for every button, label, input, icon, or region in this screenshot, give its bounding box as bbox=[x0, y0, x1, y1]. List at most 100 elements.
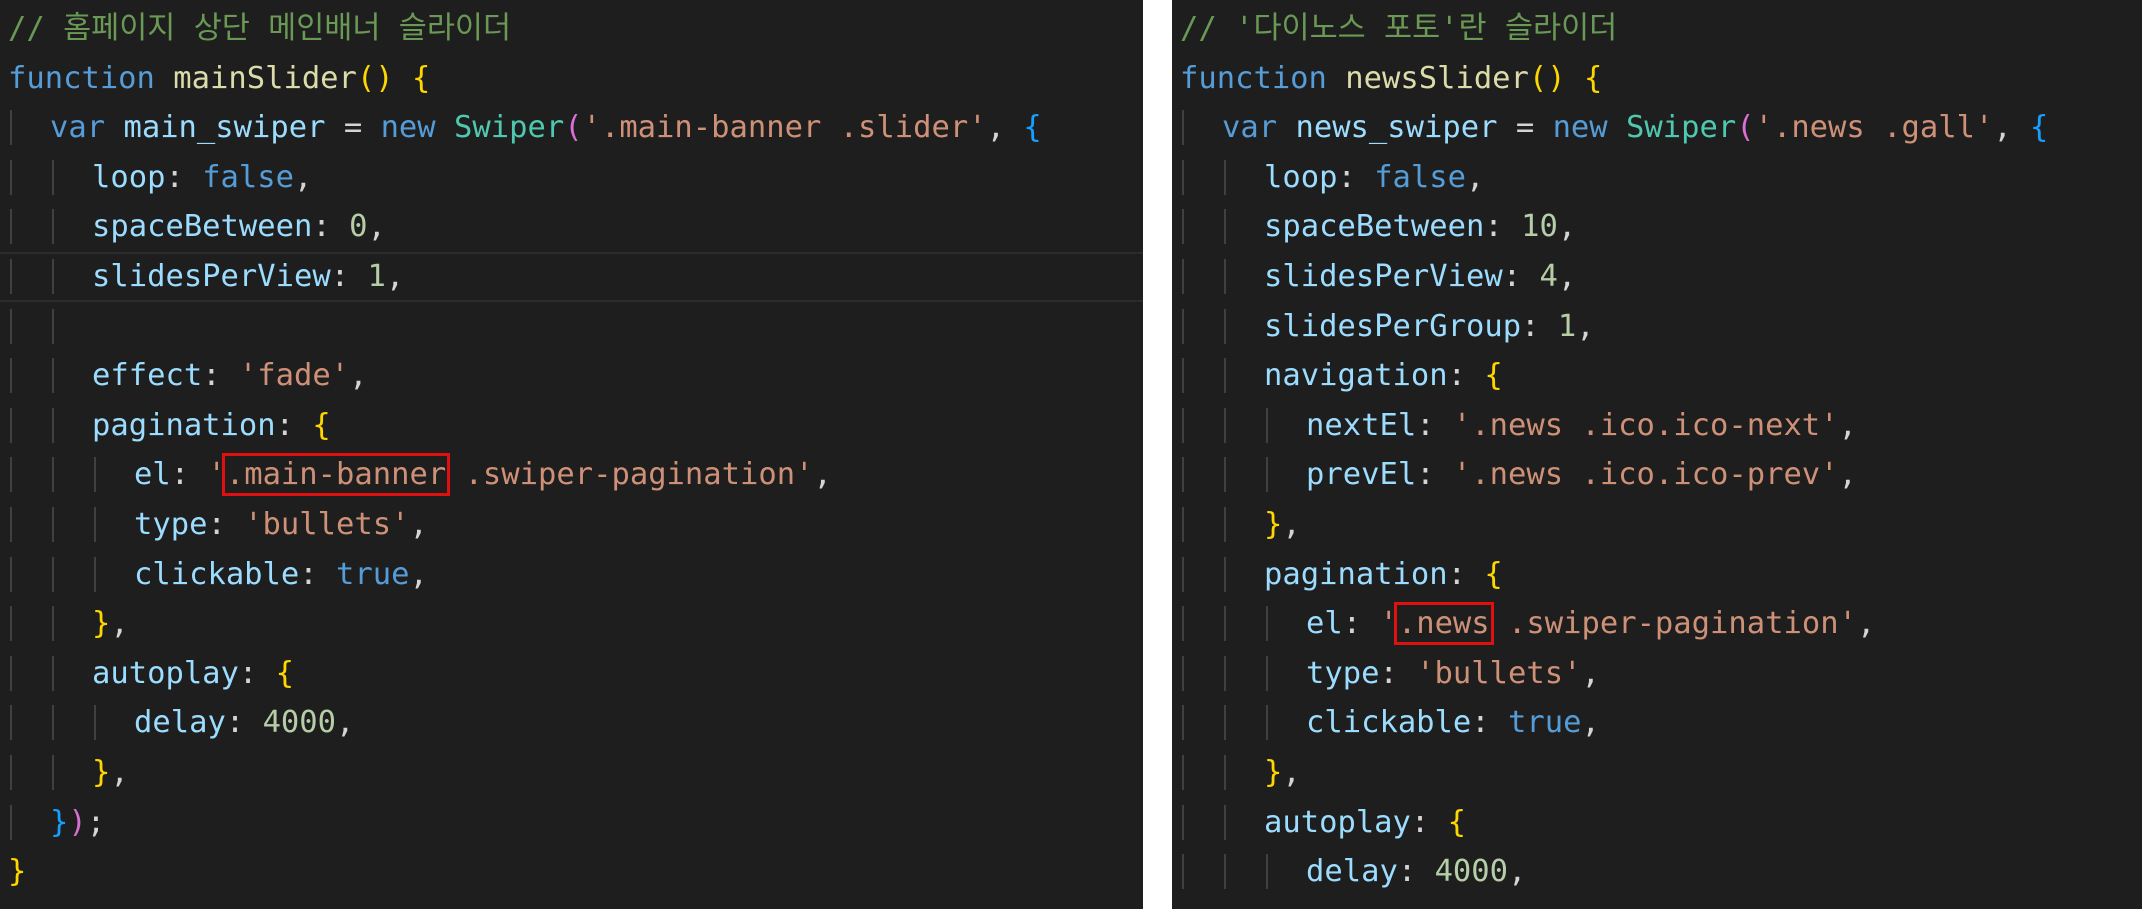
code-token: , bbox=[110, 606, 129, 642]
indent-guide bbox=[1224, 705, 1226, 741]
code-token: navigation bbox=[1264, 358, 1448, 394]
code-token: 4000 bbox=[262, 705, 337, 741]
code-token: slidesPerView bbox=[1264, 258, 1503, 294]
code-token: 4 bbox=[1539, 258, 1558, 294]
code-token: mainSlider bbox=[173, 60, 357, 96]
code-token: , bbox=[1581, 655, 1600, 691]
code-token: , bbox=[1856, 606, 1876, 642]
code-area[interactable]: // 홈페이지 상단 메인배너 슬라이더 function mainSlider(… bbox=[0, 4, 1143, 897]
code-token: new bbox=[1552, 110, 1608, 146]
code-line: loop: false, bbox=[8, 153, 1143, 203]
indent-guide bbox=[1182, 655, 1184, 691]
code-token: loop bbox=[92, 159, 166, 195]
code-token: prevEl bbox=[1306, 457, 1417, 493]
indent-guide bbox=[52, 308, 54, 344]
indent-guide bbox=[10, 258, 12, 294]
code-token: : bbox=[312, 209, 350, 245]
indent-guide bbox=[1224, 209, 1226, 245]
code-token: slidesPerView bbox=[92, 258, 331, 294]
code-token: delay bbox=[134, 705, 226, 741]
code-token: 1 bbox=[367, 258, 386, 294]
code-token: 4000 bbox=[1434, 854, 1509, 890]
code-token: pagination bbox=[1264, 556, 1448, 592]
code-token: effect bbox=[92, 358, 203, 394]
code-line-content: autoplay: { bbox=[92, 656, 294, 691]
code-line: }, bbox=[1180, 500, 2142, 550]
code-token: , bbox=[409, 556, 428, 592]
code-line: prevEl: '.news .ico.ico-prev', bbox=[1180, 450, 2142, 500]
indent-guide bbox=[94, 506, 96, 542]
indent-guide bbox=[1182, 606, 1184, 642]
code-token: 'fade' bbox=[238, 358, 350, 394]
code-token: } bbox=[1264, 754, 1283, 790]
code-line: var main_swiper = new Swiper('.main-bann… bbox=[8, 103, 1143, 153]
code-token: , bbox=[1282, 754, 1301, 790]
code-token: ( bbox=[564, 110, 583, 146]
code-line: var news_swiper = new Swiper('.news .gal… bbox=[1180, 103, 2142, 153]
code-line-content: slidesPerGroup: 1, bbox=[1264, 309, 1595, 344]
code-editor-news-slider: // '다이노스 포토'란 슬라이더 function newsSlider() … bbox=[1172, 0, 2142, 909]
code-token: () bbox=[356, 60, 394, 96]
code-line-content: } bbox=[8, 854, 26, 889]
code-token: : bbox=[1447, 556, 1485, 592]
code-line: delay: 4000, bbox=[8, 698, 1143, 748]
indent-guide bbox=[1224, 804, 1226, 840]
code-line: }, bbox=[8, 748, 1143, 798]
highlighted-selector: .main-banner bbox=[221, 453, 451, 497]
code-line-content: }, bbox=[1264, 755, 1301, 790]
code-token: : bbox=[225, 705, 263, 741]
indent-guide bbox=[1224, 407, 1226, 443]
code-token: : bbox=[1484, 209, 1522, 245]
code-token: : bbox=[1416, 407, 1453, 443]
code-line-content: var news_swiper = new Swiper('.news .gal… bbox=[1222, 110, 2048, 145]
code-line: nextEl: '.news .ico.ico-next', bbox=[1180, 401, 2142, 451]
code-token: spaceBetween bbox=[1264, 209, 1485, 245]
code-token: // 홈페이지 상단 메인배너 슬라이더 bbox=[8, 11, 512, 46]
code-token: type bbox=[134, 506, 208, 542]
code-area[interactable]: // '다이노스 포토'란 슬라이더 function newsSlider() … bbox=[1180, 4, 2142, 897]
indent-guide bbox=[10, 457, 12, 493]
code-line-content: prevEl: '.news .ico.ico-prev', bbox=[1306, 457, 1857, 492]
code-line: type: 'bullets', bbox=[1180, 649, 2142, 699]
code-token: , bbox=[1466, 159, 1485, 195]
code-token: , bbox=[1508, 854, 1527, 890]
code-line: loop: false, bbox=[1180, 153, 2142, 203]
code-token: : bbox=[330, 258, 368, 294]
code-token: } bbox=[50, 804, 69, 840]
code-token: slidesPerGroup bbox=[1264, 308, 1522, 344]
code-token: spaceBetween bbox=[92, 209, 313, 245]
code-line-content: slidesPerView: 1, bbox=[92, 259, 404, 294]
code-token: : bbox=[238, 655, 276, 691]
code-line-content: type: 'bullets', bbox=[134, 507, 428, 542]
indent-guide bbox=[1182, 110, 1184, 146]
indent-guide bbox=[1182, 506, 1184, 542]
code-token: { bbox=[312, 407, 331, 443]
indent-guide bbox=[1182, 407, 1184, 443]
indent-guide bbox=[1182, 159, 1184, 195]
code-line-content: effect: 'fade', bbox=[92, 358, 367, 393]
code-token: el bbox=[1306, 606, 1343, 642]
code-token: 'bullets' bbox=[244, 506, 410, 542]
indent-guide bbox=[10, 655, 12, 691]
code-token: : bbox=[1447, 358, 1485, 394]
code-line-content: type: 'bullets', bbox=[1306, 656, 1600, 691]
code-token: , bbox=[1557, 209, 1577, 245]
code-token: autoplay bbox=[1264, 804, 1411, 840]
code-token: type bbox=[1306, 655, 1380, 691]
code-token: , bbox=[986, 110, 1024, 146]
indent-guide bbox=[10, 606, 12, 642]
code-token: : bbox=[1416, 457, 1453, 493]
indent-guide bbox=[10, 358, 12, 394]
code-line-content: function mainSlider() { bbox=[8, 61, 430, 96]
code-token: , bbox=[1576, 308, 1595, 344]
indent-guide bbox=[52, 556, 54, 592]
code-line-content: // 홈페이지 상단 메인배너 슬라이더 bbox=[8, 11, 511, 46]
code-token: , bbox=[367, 209, 386, 245]
code-token: var bbox=[50, 110, 106, 146]
indent-guide bbox=[94, 556, 96, 592]
code-token: () bbox=[1528, 60, 1566, 96]
code-token: : bbox=[1342, 606, 1380, 642]
code-token: { bbox=[1584, 60, 1603, 96]
code-token: 1 bbox=[1557, 308, 1577, 344]
